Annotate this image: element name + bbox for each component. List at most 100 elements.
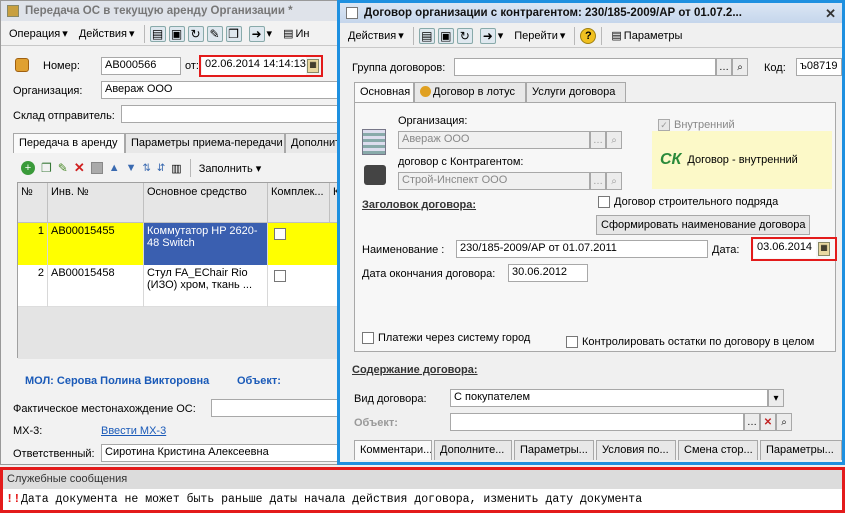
org-select-button[interactable]: … [590, 131, 606, 149]
org-field[interactable]: Авераж ООО [101, 81, 339, 99]
save-icon[interactable]: ▤ [149, 25, 166, 42]
calendar-icon[interactable]: ▦ [818, 242, 830, 256]
row-asset[interactable]: Коммутатор HP 2620-48 Switch [144, 223, 268, 265]
post-icon[interactable]: ▣ [437, 27, 454, 44]
number-label: Номер: [43, 60, 80, 72]
chevron-down-icon[interactable]: ▾ [768, 389, 784, 407]
assets-grid: № Инв. № Основное средство Комплек... К … [17, 182, 339, 359]
tab-main[interactable]: Основная [354, 82, 414, 102]
search-icon[interactable]: ⌕ [776, 413, 792, 431]
table-row[interactable]: 2 АВ00015458 Стул FA_EChair Rio (ИЗО) хр… [18, 265, 339, 307]
error-icon: !! [6, 492, 21, 506]
fill-menu[interactable]: Заполнить ▾ [199, 162, 262, 175]
tab-transfer[interactable]: Передача в аренду [13, 133, 125, 153]
document-new-icon[interactable]: ✎ [206, 25, 223, 42]
contractor-field[interactable]: Строй-Инспект ООО [398, 172, 590, 190]
goto-icon: ➜ [248, 25, 265, 42]
search-icon[interactable]: ⌕ [732, 58, 748, 76]
params-button[interactable]: ▤ Параметры [607, 28, 686, 43]
group-select-button[interactable]: … [716, 58, 732, 76]
group-field[interactable] [454, 58, 716, 76]
code-field[interactable]: ъ08719 [796, 58, 842, 76]
left-window-titlebar[interactable]: Передача ОС в текущую аренду Организации… [1, 1, 339, 21]
copy-row-icon[interactable]: ❐ [41, 161, 52, 175]
org-field[interactable]: Авераж ООО [398, 131, 590, 149]
doc-icon [7, 5, 19, 17]
form-name-button[interactable]: Сформировать наименование договора [596, 215, 810, 235]
row-inv: АВ00015455 [48, 223, 144, 265]
edit-icon[interactable]: ✎ [58, 161, 68, 175]
move-down-icon[interactable]: ▼ [126, 162, 137, 174]
document-date-field[interactable]: 02.06.2014 14:14:13 [202, 57, 306, 75]
mx3-link[interactable]: Ввести МХ-3 [101, 425, 166, 437]
refresh-icon[interactable]: ↻ [187, 25, 204, 42]
tab-comment[interactable]: Комментари... [354, 440, 432, 460]
params-icon: ▤ [611, 30, 622, 42]
column-header-num[interactable]: № [18, 183, 48, 223]
add-icon[interactable]: + [21, 161, 35, 175]
code-label: Код: [764, 62, 786, 74]
end-edit-icon[interactable] [90, 162, 103, 174]
column-header-inv[interactable]: Инв. № [48, 183, 144, 223]
name-field[interactable]: 230/185-2009/АР от 01.07.2011 [456, 240, 708, 258]
barcode-icon[interactable]: ▥ [171, 162, 181, 175]
tab-parameters-2[interactable]: Параметры... [760, 440, 842, 460]
tab-conditions[interactable]: Условия по... [596, 440, 676, 460]
toolbar-separator [601, 26, 603, 45]
copy-icon[interactable]: ❐ [225, 25, 242, 42]
row-kit-checkbox[interactable] [274, 228, 286, 240]
help-icon[interactable]: ? [580, 27, 597, 44]
tab-change-side[interactable]: Смена стор... [678, 440, 758, 460]
column-header-kit[interactable]: Комплек... [268, 183, 330, 223]
save-icon[interactable]: ▤ [418, 27, 435, 44]
row-kit-checkbox[interactable] [274, 270, 286, 282]
close-icon[interactable]: ✕ [825, 6, 836, 22]
tab-services[interactable]: Услуги договора [526, 82, 626, 102]
actions-menu[interactable]: Действия ▾ [344, 28, 408, 43]
tab-parameters[interactable]: Параметры... [514, 440, 594, 460]
contract-content-title: Содержание договора: [352, 364, 478, 376]
warehouse-field[interactable] [121, 105, 339, 123]
contractor-select-button[interactable]: … [590, 172, 606, 190]
tab-additional[interactable]: Дополните... [434, 440, 512, 460]
calendar-icon[interactable]: ▦ [307, 59, 319, 73]
goto-menu[interactable]: ➜ ▾ [245, 25, 277, 43]
actions-menu[interactable]: Действия ▾ [75, 26, 139, 41]
control-balance-checkbox[interactable] [566, 336, 578, 348]
goto-icon-menu[interactable]: ➜ ▾ [476, 27, 508, 45]
contract-date-field[interactable]: 03.06.2014 [754, 240, 816, 258]
object-select-button[interactable]: … [744, 413, 760, 431]
sort-asc-icon[interactable]: ⇅ [143, 163, 151, 174]
refresh-icon[interactable]: ↻ [456, 27, 473, 44]
contract-window-titlebar[interactable]: Договор организации с контрагентом: 230/… [340, 3, 842, 23]
more-menu[interactable]: ▤ Ин [279, 26, 313, 41]
payments-checkbox[interactable] [362, 332, 374, 344]
search-icon[interactable]: ⌕ [606, 131, 622, 149]
construction-checkbox[interactable] [598, 196, 610, 208]
object-field[interactable] [450, 413, 744, 431]
responsible-field[interactable]: Сиротина Кристина Алексеевна [101, 444, 339, 462]
search-icon[interactable]: ⌕ [606, 172, 622, 190]
table-row[interactable]: 1 АВ00015455 Коммутатор HP 2620-48 Switc… [18, 223, 339, 265]
move-up-icon[interactable]: ▲ [109, 162, 120, 174]
internal-checkbox[interactable]: ✓ [658, 119, 670, 131]
contract-toolbar: Действия ▾ ▤ ▣ ↻ ➜ ▾ Перейти ▾ ? ▤ Параметры [340, 24, 842, 48]
delete-icon[interactable]: ✕ [74, 160, 85, 176]
ck-logo: СК [660, 151, 682, 168]
post-icon[interactable]: ▣ [168, 25, 185, 42]
tab-reception[interactable]: Параметры приема-передачи [125, 133, 285, 153]
end-date-field[interactable]: 30.06.2012 [508, 264, 588, 282]
operation-menu[interactable]: Операция ▾ [5, 26, 72, 41]
contract-type-select[interactable]: С покупателем [450, 389, 768, 407]
tab-additional[interactable]: Дополнит [285, 133, 339, 153]
mx3-label: МХ-3: [13, 425, 43, 437]
sort-desc-icon[interactable]: ⇵ [157, 163, 165, 174]
number-field[interactable]: АВ000566 [101, 57, 181, 75]
tab-lotus[interactable]: Договор в лотус [414, 82, 526, 102]
column-header-asset[interactable]: Основное средство [144, 183, 268, 223]
grid-toolbar-separator [189, 159, 191, 177]
error-message: Дата документа не может быть раньше даты… [21, 493, 643, 506]
location-field[interactable] [211, 399, 339, 417]
go-menu[interactable]: Перейти ▾ [510, 28, 569, 43]
clear-icon[interactable]: ✕ [760, 413, 776, 431]
